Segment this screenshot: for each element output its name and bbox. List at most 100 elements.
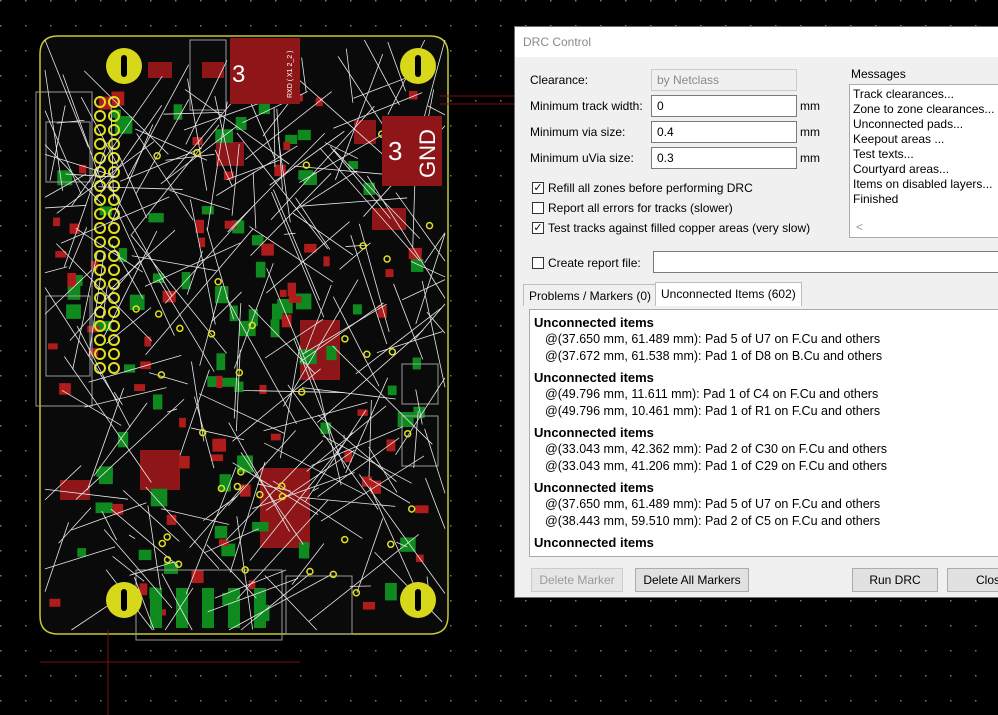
messages-panel[interactable]: Track clearances... Zone to zone clearan… [849, 84, 998, 238]
silk-label-rxd-text: RXD ( X1 2_2 ) [287, 51, 294, 98]
item-line[interactable]: @(37.650 mm, 61.489 mm): Pad 5 of U7 on … [534, 496, 998, 513]
copper-pad [140, 450, 180, 490]
group-title: Unconnected items [534, 315, 654, 330]
checkbox-checked-icon: ✓ [532, 222, 544, 234]
tab-problems-markers[interactable]: Problems / Markers (0) [523, 284, 658, 306]
test-tracks-label: Test tracks against filled copper areas … [548, 221, 811, 235]
copper-pad [261, 243, 274, 256]
refill-zones-checkbox[interactable]: ✓ Refill all zones before performing DRC [532, 180, 753, 196]
min-track-input[interactable]: 0 [651, 95, 797, 117]
report-file-input[interactable] [653, 251, 998, 273]
min-track-label: Minimum track width: [530, 99, 643, 113]
item-line[interactable]: @(37.650 mm, 61.489 mm): Pad 5 of U7 on … [534, 331, 998, 348]
close-button[interactable]: Close [947, 568, 998, 592]
message-line: Track clearances... [853, 87, 954, 101]
item-line[interactable]: @(37.672 mm, 61.538 mm): Pad 1 of D8 on … [534, 348, 998, 365]
copper-pad [140, 361, 151, 370]
copper-pad [412, 357, 421, 370]
list-item[interactable]: Unconnected items @(37.650 mm, 61.489 mm… [534, 479, 998, 530]
copper-pad [283, 141, 291, 151]
group-title: Unconnected items [534, 425, 654, 440]
copper-pad [53, 217, 61, 227]
drc-dialog: DRC Control Clearance: by Netclass Minim… [514, 26, 998, 598]
list-item[interactable]: Unconnected items @(33.043 mm, 42.362 mm… [534, 424, 998, 475]
copper-pad [117, 431, 129, 448]
checkbox-unchecked-icon [532, 202, 544, 214]
copper-pad [408, 247, 422, 260]
delete-all-markers-button[interactable]: Delete All Markers [635, 568, 749, 592]
refill-zones-label: Refill all zones before performing DRC [548, 181, 753, 195]
min-uvia-input[interactable]: 0.3 [651, 147, 797, 169]
copper-pad [255, 261, 266, 278]
mounting-hole-tr [400, 48, 436, 84]
copper-pad [212, 438, 227, 452]
run-drc-button[interactable]: Run DRC [852, 568, 938, 592]
scroll-left-icon[interactable]: < [856, 220, 863, 235]
copper-pad [69, 223, 80, 234]
copper-pad [210, 454, 224, 462]
message-line: Test texts... [853, 147, 914, 161]
group-title: Unconnected items [534, 370, 654, 385]
copper-pad [219, 474, 231, 492]
checkbox-unchecked-icon [532, 257, 544, 269]
copper-pad [48, 343, 58, 350]
copper-pad [95, 502, 113, 514]
clearance-label: Clearance: [530, 73, 589, 87]
copper-pad [297, 129, 311, 141]
copper-pad [60, 480, 90, 500]
report-all-errors-checkbox[interactable]: Report all errors for tracks (slower) [532, 200, 733, 216]
dialog-title: DRC Control [515, 27, 998, 57]
list-item[interactable]: Unconnected items [534, 534, 998, 551]
copper-pad [179, 455, 190, 469]
copper-pad [150, 488, 168, 507]
group-title: Unconnected items [534, 535, 654, 550]
copper-pad [315, 97, 323, 107]
list-item[interactable]: Unconnected items @(49.796 mm, 11.611 mm… [534, 369, 998, 420]
copper-pad [148, 213, 164, 223]
copper-pad [153, 394, 163, 410]
copper-pad [216, 375, 223, 389]
tab-unconnected-items[interactable]: Unconnected Items (602) [655, 282, 802, 306]
copper-pad [259, 384, 267, 395]
connector-pad [228, 588, 240, 628]
message-line: Items on disabled layers... [853, 177, 993, 191]
report-all-errors-label: Report all errors for tracks (slower) [548, 201, 733, 215]
copper-pad [59, 383, 71, 395]
delete-marker-button[interactable]: Delete Marker [531, 568, 623, 592]
create-report-checkbox[interactable]: Create report file: [532, 255, 641, 271]
copper-pad [134, 384, 146, 392]
copper-pad [298, 542, 310, 559]
message-line: Courtyard areas... [853, 162, 950, 176]
item-line[interactable]: @(49.796 mm, 11.611 mm): Pad 1 of C4 on … [534, 386, 998, 403]
copper-pad [144, 336, 152, 347]
item-line[interactable]: @(38.443 mm, 59.510 mm): Pad 2 of C5 on … [534, 513, 998, 530]
test-tracks-checkbox[interactable]: ✓ Test tracks against filled copper area… [532, 220, 810, 236]
min-uvia-label: Minimum uVia size: [530, 151, 634, 165]
copper-pad [397, 412, 414, 428]
copper-pad [352, 304, 362, 315]
group-title: Unconnected items [534, 480, 654, 495]
item-line[interactable]: @(33.043 mm, 41.206 mm): Pad 1 of C29 on… [534, 458, 998, 475]
message-line: Keepout areas ... [853, 132, 945, 146]
mounting-hole-bl [106, 582, 142, 618]
item-line[interactable]: @(49.796 mm, 10.461 mm): Pad 1 of R1 on … [534, 403, 998, 420]
copper-pad [98, 466, 113, 485]
copper-pad [279, 289, 287, 297]
copper-pad [77, 548, 87, 557]
item-line[interactable]: @(33.043 mm, 42.362 mm): Pad 2 of C30 on… [534, 441, 998, 458]
connector-pad [202, 588, 214, 628]
copper-pad [348, 161, 359, 170]
min-via-input[interactable]: 0.4 [651, 121, 797, 143]
copper-pad [385, 269, 394, 278]
unconnected-items-list[interactable]: Unconnected items @(37.650 mm, 61.489 mm… [529, 309, 998, 557]
copper-pad [362, 601, 375, 610]
silk-label-gnd-number: 3 [388, 136, 402, 166]
clearance-field: by Netclass [651, 69, 797, 91]
message-line: Unconnected pads... [853, 117, 964, 131]
copper-pad [148, 62, 172, 78]
copper-pad [66, 304, 81, 319]
copper-pad [287, 282, 296, 297]
copper-pad [202, 62, 224, 78]
copper-pad [385, 582, 397, 601]
list-item[interactable]: Unconnected items @(37.650 mm, 61.489 mm… [534, 314, 998, 365]
